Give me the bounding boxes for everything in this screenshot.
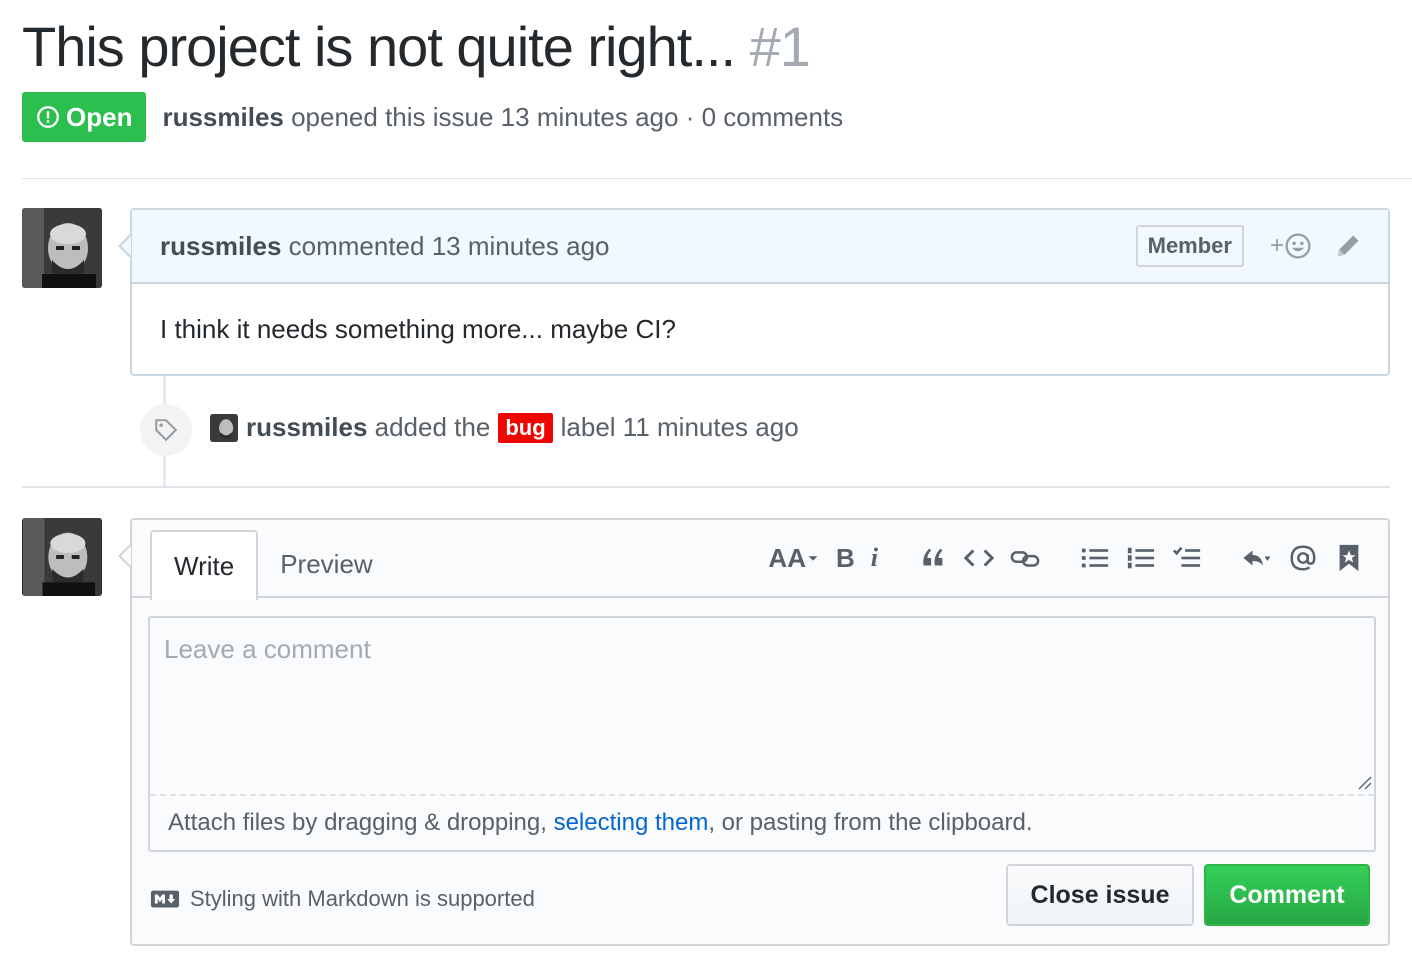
editor-tabs: Write Preview bbox=[150, 530, 395, 600]
new-comment-form: Write Preview AA B i Attach files by dra… bbox=[118, 518, 1390, 946]
attach-suffix: , or pasting from the clipboard. bbox=[708, 809, 1033, 836]
avatar[interactable] bbox=[22, 518, 102, 596]
file-attachment-bar[interactable]: Attach files by dragging & dropping, sel… bbox=[150, 794, 1374, 850]
comment-textarea[interactable] bbox=[150, 618, 1374, 794]
heading-icon-text: AA bbox=[768, 542, 806, 573]
comment-write-area: Attach files by dragging & dropping, sel… bbox=[148, 616, 1376, 852]
header-divider bbox=[22, 178, 1412, 179]
saved-reply-icon[interactable] bbox=[1334, 543, 1364, 573]
issue-number: #1 bbox=[749, 15, 811, 78]
bold-icon[interactable]: B bbox=[836, 543, 855, 574]
comment-body: I think it needs something more... maybe… bbox=[160, 314, 676, 344]
comment-author-link[interactable]: russmiles bbox=[160, 231, 281, 261]
caret-down-icon bbox=[808, 556, 818, 561]
comment-button[interactable]: Comment bbox=[1204, 864, 1370, 926]
state-badge: Open bbox=[22, 92, 147, 142]
event-author-link[interactable]: russmiles bbox=[246, 412, 367, 443]
close-issue-button[interactable]: Close issue bbox=[1006, 864, 1194, 926]
ordered-list-icon[interactable] bbox=[1126, 543, 1156, 573]
issue-title-text: This project is not quite right... bbox=[22, 15, 736, 78]
italic-icon-text: i bbox=[870, 543, 878, 572]
heading-icon[interactable]: AA bbox=[768, 543, 820, 574]
resize-grip-icon[interactable] bbox=[1356, 774, 1372, 790]
markdown-note[interactable]: Styling with Markdown is supported bbox=[150, 886, 535, 912]
code-icon[interactable] bbox=[964, 543, 994, 573]
reaction-plus: + bbox=[1269, 232, 1284, 259]
bug-label[interactable]: bug bbox=[498, 412, 553, 443]
markdown-note-text: Styling with Markdown is supported bbox=[190, 886, 535, 911]
reply-icon[interactable] bbox=[1242, 543, 1272, 573]
bold-icon-text: B bbox=[835, 542, 855, 573]
event-avatar[interactable] bbox=[210, 413, 238, 442]
issue-page: This project is not quite right... #1 Op… bbox=[0, 0, 1412, 974]
issue-meta: Open russmiles opened this issue 13 minu… bbox=[22, 92, 843, 142]
task-list-icon[interactable] bbox=[1172, 543, 1202, 573]
avatar[interactable] bbox=[22, 208, 102, 288]
unordered-list-icon[interactable] bbox=[1080, 543, 1110, 573]
issue-opened-text: opened this issue 13 minutes ago · 0 com… bbox=[291, 101, 844, 132]
comment-header: russmiles commented 13 minutes ago Membe… bbox=[132, 210, 1388, 284]
tab-preview[interactable]: Preview bbox=[258, 530, 394, 598]
event-prefix: added the bbox=[374, 412, 491, 442]
attach-prefix: Attach files by dragging & dropping, bbox=[168, 809, 554, 836]
timeline-divider bbox=[22, 486, 1390, 488]
event-suffix: label 11 minutes ago bbox=[560, 412, 799, 442]
label-event: russmiles added the bug label 11 minutes… bbox=[210, 412, 799, 443]
markdown-toolbar: AA B i bbox=[752, 538, 1364, 578]
label-event-badge bbox=[140, 404, 192, 456]
issue-opened-icon bbox=[37, 106, 59, 128]
smiley-icon bbox=[1285, 233, 1311, 259]
user-avatar-image bbox=[23, 518, 101, 596]
tab-write[interactable]: Write bbox=[150, 530, 259, 600]
issue-author-link[interactable]: russmiles bbox=[162, 102, 283, 132]
italic-icon[interactable]: i bbox=[871, 543, 878, 573]
tag-icon bbox=[155, 419, 178, 442]
member-badge: Member bbox=[1135, 225, 1244, 267]
mention-icon[interactable] bbox=[1288, 543, 1318, 573]
issue-comment: russmiles commented 13 minutes ago Membe… bbox=[118, 208, 1390, 376]
select-files-link[interactable]: selecting them bbox=[554, 809, 709, 837]
comment-timestamp[interactable]: commented 13 minutes ago bbox=[289, 231, 610, 261]
quote-icon[interactable] bbox=[918, 543, 948, 573]
issue-meta-text: russmiles opened this issue 13 minutes a… bbox=[162, 102, 843, 133]
markdown-icon bbox=[150, 890, 180, 908]
state-label: Open bbox=[66, 101, 133, 132]
user-avatar-image bbox=[22, 208, 102, 288]
comment-header-text: russmiles commented 13 minutes ago bbox=[160, 231, 610, 262]
pencil-icon[interactable] bbox=[1334, 232, 1362, 260]
issue-title: This project is not quite right... #1 bbox=[22, 12, 811, 82]
add-reaction-button[interactable]: + bbox=[1270, 232, 1312, 260]
user-avatar-image bbox=[210, 413, 238, 442]
link-icon[interactable] bbox=[1010, 543, 1040, 573]
